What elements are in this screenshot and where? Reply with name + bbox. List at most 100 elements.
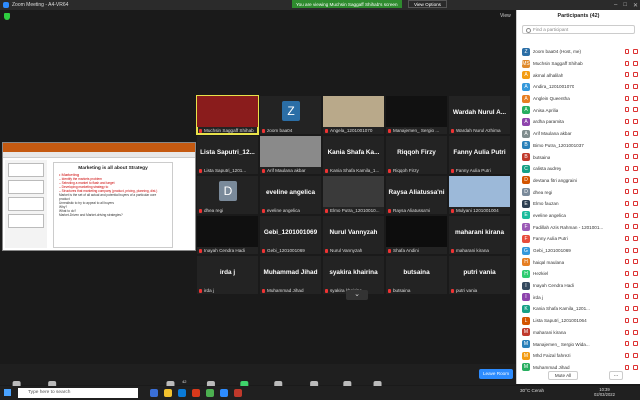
video-off-icon xyxy=(633,271,638,277)
participant-row[interactable]: Zzoom baa04 (Host, me) xyxy=(517,46,640,58)
video-tile[interactable]: Inayah Cendra Hadi xyxy=(197,216,258,254)
participant-row[interactable]: MS Muchsin Saggaff Shihab xyxy=(517,58,640,70)
tile-display-name: Nurul Vannyzah xyxy=(329,229,378,236)
office-icon[interactable] xyxy=(192,389,200,397)
tile-display-name: irda j xyxy=(219,269,236,276)
edge-icon[interactable] xyxy=(178,389,186,397)
participant-row[interactable]: G Gebi_1201001069 xyxy=(517,245,640,257)
tile-caption: Fanny Aulia Putri xyxy=(451,168,508,173)
tile-caption: Kania Shafa Kamila_1... xyxy=(325,168,382,173)
tile-name: irda j xyxy=(204,288,214,293)
security-shield-icon[interactable] xyxy=(4,13,10,20)
video-tile[interactable]: Zzoom baa04 xyxy=(260,96,321,134)
video-off-icon xyxy=(633,224,638,230)
zoom-taskbar-icon[interactable] xyxy=(220,389,228,397)
file-explorer-icon[interactable] xyxy=(164,389,172,397)
participant-row[interactable]: E Elmo fauzan xyxy=(517,198,640,210)
video-tile[interactable]: Angela_1201001070 xyxy=(323,96,384,134)
participant-row[interactable]: M Manajemen_ Sergio Wida... xyxy=(517,338,640,350)
participant-row[interactable]: Hhaiqal maulana xyxy=(517,256,640,268)
participant-avatar: M xyxy=(522,351,530,360)
video-tile[interactable]: Lista Saputri_12... Lista Saputri_1201... xyxy=(197,136,258,174)
windows-start-icon[interactable] xyxy=(4,389,11,396)
participant-row[interactable]: Iirda j xyxy=(517,291,640,303)
tile-name: eveline angelica xyxy=(267,208,300,213)
tile-name: Shafa Andini xyxy=(393,248,419,253)
video-tile[interactable]: irda j irda j xyxy=(197,256,258,294)
participant-name: Elmo fauzan xyxy=(533,201,559,207)
more-options-button[interactable]: … xyxy=(609,371,623,380)
muted-mic-icon xyxy=(625,177,629,183)
participant-row[interactable]: A Arif Maulana akbar xyxy=(517,128,640,140)
participant-row[interactable]: A Andira_1201001070 xyxy=(517,81,640,93)
video-tile[interactable]: Arif Maulana akbar xyxy=(260,136,321,174)
muted-mic-icon xyxy=(625,200,629,206)
video-tile[interactable]: Elmo Putra_12010010... xyxy=(323,176,384,214)
page-down-button[interactable]: ⌄ xyxy=(346,290,368,300)
video-tile[interactable]: maharani kirana maharani kirana xyxy=(449,216,510,254)
participant-name: ardha paramita xyxy=(533,119,564,125)
video-tile[interactable]: Shafa Andini xyxy=(386,216,447,254)
participant-avatar: K xyxy=(522,304,530,313)
participant-row[interactable]: Ccalista audrey xyxy=(517,163,640,175)
close-icon[interactable]: ✕ xyxy=(633,2,638,9)
task-view-icon[interactable] xyxy=(150,389,158,397)
video-tile[interactable]: syakira khairinasyakira khairina xyxy=(323,256,384,294)
video-tile[interactable]: Gebi_1201001069 Gebi_1201001069 xyxy=(260,216,321,254)
video-tile[interactable]: Wardah Nurul A... Wardah Nurul Azhima xyxy=(449,96,510,134)
video-tile[interactable]: Manajemen_ Sergio ... xyxy=(386,96,447,134)
maximize-icon[interactable]: □ xyxy=(623,2,627,8)
participant-row[interactable]: H Hezkiel xyxy=(517,268,640,280)
view-button[interactable]: View xyxy=(500,13,511,19)
taskbar-search-input[interactable]: Type here to search xyxy=(18,388,138,398)
video-tile[interactable]: Muhammad Jihad Muhammad Jihad xyxy=(260,256,321,294)
participant-row[interactable]: Eeveline angelica xyxy=(517,210,640,222)
powerpoint-ribbon xyxy=(3,143,195,152)
minimize-icon[interactable]: – xyxy=(614,2,617,8)
view-options-button[interactable]: View Options xyxy=(408,0,447,8)
participant-avatar: M xyxy=(522,328,530,337)
video-tile[interactable]: Riqqoh Firzy Riqqoh Firzy xyxy=(386,136,447,174)
mute-all-button[interactable]: Mute All xyxy=(548,371,578,380)
tile-caption: Shafa Andini xyxy=(388,248,445,253)
participant-row[interactable]: A Anglein Queentha xyxy=(517,93,640,105)
participant-row[interactable]: Aakmal alhalilah xyxy=(517,69,640,81)
tile-name: Angela_1201001070 xyxy=(330,128,373,133)
participant-row[interactable]: A Anisa Aprilia xyxy=(517,104,640,116)
video-tile[interactable]: Nurul Vannyzah Nurul Vannyzah xyxy=(323,216,384,254)
weather-widget[interactable]: 30°C Cerah xyxy=(520,388,544,393)
participant-row[interactable]: Bbutsaina xyxy=(517,151,640,163)
system-clock[interactable]: 10:39 02/03/2022 xyxy=(594,387,615,397)
participant-row[interactable]: Ddevtana fitri anggraini xyxy=(517,175,640,187)
video-tile[interactable]: Fanny Aulia Putri Fanny Aulia Putri xyxy=(449,136,510,174)
video-tile[interactable]: Kania Shafa Ka... Kania Shafa Kamila_1... xyxy=(323,136,384,174)
video-tile[interactable]: Muchsin Saggaff Shihab xyxy=(196,95,259,135)
video-tile[interactable]: Mulyani 1201001004 xyxy=(449,176,510,214)
video-tile[interactable]: putri vania putri vania xyxy=(449,256,510,294)
video-tile[interactable]: eveline angelica eveline angelica xyxy=(260,176,321,214)
participant-row[interactable]: B Bimo Putra_1201001037 xyxy=(517,140,640,152)
video-off-icon xyxy=(633,247,638,253)
leave-room-button[interactable]: Leave Room xyxy=(479,369,513,379)
muted-mic-icon xyxy=(325,248,328,253)
tile-caption: putri vania xyxy=(451,288,508,293)
participant-row[interactable]: L Lista Saputri_1201001064 xyxy=(517,315,640,327)
tile-caption: dhea regi xyxy=(199,208,256,213)
participant-avatar: A xyxy=(522,129,530,138)
participant-avatar: M xyxy=(522,340,530,349)
participant-row[interactable]: F Fadillah Azis Rahman - 1201001... xyxy=(517,221,640,233)
chrome-icon[interactable] xyxy=(206,389,214,397)
participant-row[interactable]: Aardha paramita xyxy=(517,116,640,128)
powerpoint-taskbar-icon[interactable] xyxy=(234,389,242,397)
participant-row[interactable]: I Inayah Cendra Hadi xyxy=(517,280,640,292)
video-tile[interactable]: Raysa Aliatussa'ni Raysa Aliatussa'ni xyxy=(386,176,447,214)
participant-row[interactable]: M Mhd Faizal fahrezi xyxy=(517,350,640,362)
tile-name: maharani kirana xyxy=(456,248,489,253)
participant-row[interactable]: Mmaharani kirana xyxy=(517,327,640,339)
participant-row[interactable]: F Fanny Aulia Putri xyxy=(517,233,640,245)
video-tile[interactable]: butsaina butsaina xyxy=(386,256,447,294)
video-tile[interactable]: Ddhea regi xyxy=(197,176,258,214)
participant-row[interactable]: K Kania Shafa Kamila_1201... xyxy=(517,303,640,315)
participant-row[interactable]: Ddhea regi xyxy=(517,186,640,198)
participant-search-input[interactable]: Find a participant xyxy=(522,25,635,34)
